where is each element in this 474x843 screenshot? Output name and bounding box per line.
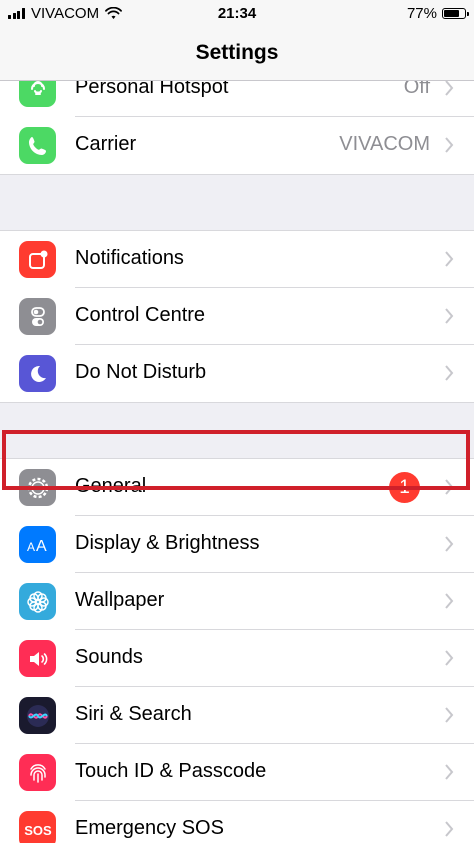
chevron-right-icon [445, 479, 454, 495]
siri-icon [19, 697, 56, 734]
settings-screen: Personal Hotspot Off Carrier VIVACOM Not… [0, 0, 474, 843]
notification-badge: 1 [389, 472, 420, 503]
status-right: 77% [406, 5, 469, 22]
chevron-right-icon [445, 308, 454, 324]
chevron-right-icon [445, 80, 454, 96]
row-label: Touch ID & Passcode [75, 760, 267, 782]
row-label: Display & Brightness [75, 532, 260, 554]
toggles-icon [19, 298, 56, 335]
chevron-right-icon [445, 821, 454, 837]
status-time: 21:34 [217, 5, 257, 22]
fingerprint-icon [19, 754, 56, 791]
svg-text:SOS: SOS [24, 823, 52, 838]
chevron-right-icon [445, 707, 454, 723]
svg-text:A: A [36, 538, 47, 555]
section-gap [0, 174, 474, 231]
battery-icon [442, 8, 469, 19]
gear-icon [19, 469, 56, 506]
row-label: Carrier [75, 133, 137, 155]
row-value: VIVACOM [339, 133, 430, 155]
row-notifications[interactable]: Notifications [0, 231, 474, 288]
chevron-right-icon [445, 650, 454, 666]
settings-list: Personal Hotspot Off Carrier VIVACOM Not… [0, 60, 474, 843]
navigation-bar: Settings [0, 28, 474, 81]
moon-icon [19, 355, 56, 392]
status-bar: VIVACOM 21:34 77% [0, 0, 474, 28]
row-wallpaper[interactable]: Wallpaper [0, 573, 474, 630]
page-title: Settings [195, 41, 279, 64]
row-label: Control Centre [75, 304, 206, 326]
row-carrier[interactable]: Carrier VIVACOM [0, 117, 474, 174]
row-label: Do Not Disturb [75, 361, 207, 383]
row-general[interactable]: General 1 [0, 459, 474, 516]
chevron-right-icon [445, 593, 454, 609]
chevron-right-icon [445, 536, 454, 552]
sos-icon: SOS [19, 811, 56, 843]
row-label: General [75, 475, 147, 497]
chevron-right-icon [445, 764, 454, 780]
chevron-right-icon [445, 365, 454, 381]
row-label: Emergency SOS [75, 817, 224, 839]
battery-fill [444, 10, 460, 17]
row-display-brightness[interactable]: AA Display & Brightness [0, 516, 474, 573]
row-emergency-sos[interactable]: SOS Emergency SOS [0, 801, 474, 843]
row-label: Sounds [75, 646, 143, 668]
row-siri-search[interactable]: Siri & Search [0, 687, 474, 744]
row-touch-id-passcode[interactable]: Touch ID & Passcode [0, 744, 474, 801]
display-aa-icon: AA [19, 526, 56, 563]
row-sounds[interactable]: Sounds [0, 630, 474, 687]
row-label: Notifications [75, 247, 184, 269]
notifications-icon [19, 241, 56, 278]
row-label: Siri & Search [75, 703, 192, 725]
speaker-icon [19, 640, 56, 677]
phone-icon [19, 127, 56, 164]
flower-icon [19, 583, 56, 620]
section-gap [0, 402, 474, 459]
row-control-centre[interactable]: Control Centre [0, 288, 474, 345]
chevron-right-icon [445, 137, 454, 153]
chevron-right-icon [445, 251, 454, 267]
svg-text:A: A [27, 540, 35, 554]
row-do-not-disturb[interactable]: Do Not Disturb [0, 345, 474, 402]
row-label: Wallpaper [75, 589, 165, 611]
battery-percent: 77% [406, 5, 437, 22]
